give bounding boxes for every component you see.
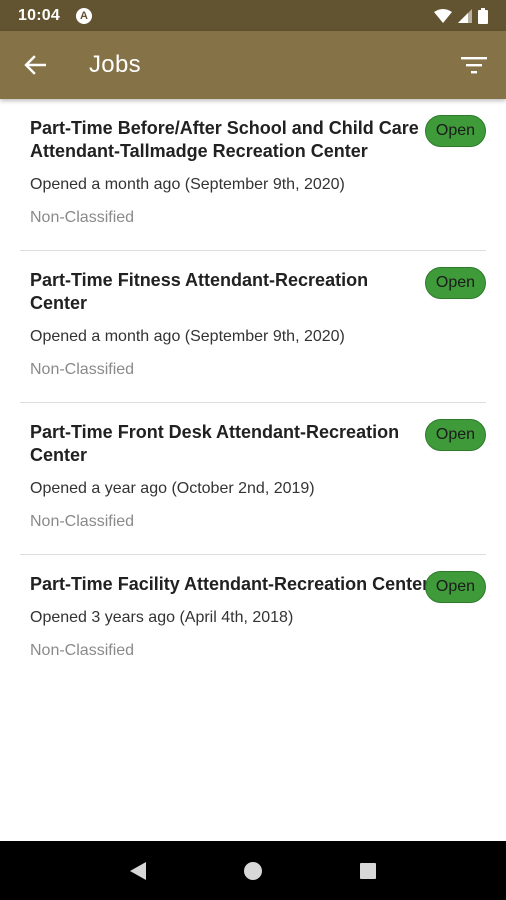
- nav-back-button[interactable]: [118, 851, 158, 891]
- status-badge: Open: [425, 267, 486, 299]
- battery-icon: [478, 7, 488, 24]
- system-nav-bar: [0, 841, 506, 900]
- app-bar: Jobs: [0, 31, 506, 99]
- job-title: Part-Time Fitness Attendant-Recreation C…: [30, 270, 369, 313]
- nav-recents-button[interactable]: [348, 851, 388, 891]
- status-time: 10:04: [18, 6, 60, 24]
- page-title: Jobs: [89, 51, 141, 78]
- status-bar: 10:04 A: [0, 0, 506, 31]
- job-list-item[interactable]: Part-Time Before/After School and Child …: [20, 99, 486, 251]
- job-classification: Non-Classified: [30, 642, 135, 659]
- job-opened-date: Opened a year ago (October 2nd, 2019): [30, 480, 315, 497]
- signal-icon: [458, 8, 472, 23]
- job-opened-date: Opened a month ago (September 9th, 2020): [30, 328, 345, 345]
- job-classification: Non-Classified: [30, 513, 135, 530]
- job-list-item[interactable]: Part-Time Facility Attendant-Recreation …: [20, 555, 486, 707]
- status-badge: Open: [425, 115, 486, 147]
- status-badge: Open: [425, 571, 486, 603]
- job-opened-date: Opened a month ago (September 9th, 2020): [30, 176, 345, 193]
- nav-recents-icon: [360, 862, 377, 879]
- job-classification: Non-Classified: [30, 209, 135, 226]
- job-list-item[interactable]: Part-Time Front Desk Attendant-Recreatio…: [20, 403, 486, 555]
- nav-home-button[interactable]: [233, 851, 273, 891]
- job-opened-date: Opened 3 years ago (April 4th, 2018): [30, 609, 294, 626]
- back-button[interactable]: [15, 45, 55, 85]
- job-classification: Non-Classified: [30, 361, 135, 378]
- arrow-left-icon: [24, 55, 46, 75]
- job-list-item[interactable]: Part-Time Fitness Attendant-Recreation C…: [20, 251, 486, 403]
- job-title: Part-Time Front Desk Attendant-Recreatio…: [30, 422, 400, 465]
- app-notification-icon: A: [75, 7, 92, 24]
- filter-button[interactable]: [456, 47, 492, 83]
- filter-icon: [461, 57, 487, 74]
- job-title: Part-Time Facility Attendant-Recreation …: [30, 574, 430, 594]
- job-list: Part-Time Before/After School and Child …: [0, 99, 506, 707]
- job-title: Part-Time Before/After School and Child …: [30, 118, 419, 161]
- status-icons: [434, 7, 488, 24]
- wifi-icon: [434, 8, 452, 23]
- status-badge: Open: [425, 419, 486, 451]
- nav-back-icon: [129, 861, 146, 880]
- nav-home-icon: [243, 861, 262, 880]
